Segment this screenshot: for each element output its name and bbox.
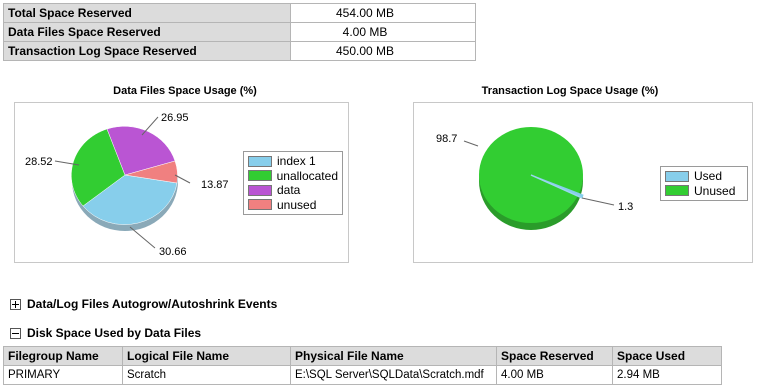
- column-header: Logical File Name: [122, 346, 291, 366]
- table-cell: E:\SQL Server\SQLData\Scratch.mdf: [290, 365, 497, 385]
- data-files-chart-title: Data Files Space Usage (%): [113, 85, 257, 97]
- data-files-table: Filegroup Name Logical File Name Physica…: [3, 346, 722, 385]
- summary-value: 450.00 MB: [290, 41, 476, 61]
- section-title: Disk Space Used by Data Files: [27, 326, 202, 340]
- pie-label-data: 26.95: [161, 112, 189, 124]
- pie-label-index1: 30.66: [159, 246, 187, 258]
- summary-row: Data Files Space Reserved 4.00 MB: [3, 22, 476, 42]
- table-row: PRIMARY Scratch E:\SQL Server\SQLData\Sc…: [3, 365, 722, 385]
- expand-icon[interactable]: [10, 298, 21, 310]
- legend-swatch: [665, 170, 689, 182]
- legend-label: Used: [694, 169, 723, 184]
- legend-swatch: [248, 184, 272, 196]
- pie-label-unallocated: 28.52: [25, 156, 53, 168]
- collapse-icon[interactable]: [10, 327, 21, 339]
- leader-line: [463, 140, 479, 147]
- pie-label-unused: 13.87: [201, 179, 229, 191]
- pie-label-unused: 98.7: [436, 133, 457, 145]
- legend-item: unallocated: [248, 169, 338, 184]
- table-cell: PRIMARY: [3, 365, 123, 385]
- legend-swatch: [665, 185, 689, 197]
- legend-item: data: [248, 183, 338, 198]
- legend-swatch: [248, 155, 272, 167]
- summary-label: Transaction Log Space Reserved: [3, 41, 291, 61]
- transaction-log-chart-title: Transaction Log Space Usage (%): [481, 85, 659, 97]
- legend-label: unused: [277, 197, 317, 212]
- column-header: Space Reserved: [496, 346, 613, 366]
- leader-line: [129, 226, 156, 249]
- table-cell: 4.00 MB: [496, 365, 613, 385]
- leader-line: [581, 197, 615, 206]
- legend-item: Unused: [665, 184, 743, 199]
- legend-label: unallocated: [276, 168, 338, 183]
- legend-label: Unused: [694, 183, 736, 198]
- summary-label: Data Files Space Reserved: [3, 22, 291, 42]
- table-cell: Scratch: [122, 365, 291, 385]
- summary-value: 4.00 MB: [290, 22, 476, 42]
- legend-label: index 1: [277, 154, 316, 169]
- transaction-log-chart: 98.7 1.3 Used Unused: [413, 102, 753, 263]
- transaction-log-legend: Used Unused: [660, 166, 748, 201]
- data-files-legend: index 1 unallocated data unused: [243, 151, 343, 215]
- legend-item: index 1: [248, 154, 338, 169]
- column-header: Filegroup Name: [3, 346, 123, 366]
- pie-label-used: 1.3: [618, 201, 633, 213]
- legend-item: Used: [665, 169, 743, 184]
- legend-label: data: [277, 183, 301, 198]
- data-files-chart: 26.95 28.52 13.87 30.66 index 1 unalloca…: [14, 102, 349, 263]
- space-summary-table: Total Space Reserved 454.00 MB Data File…: [3, 3, 476, 61]
- legend-swatch: [248, 199, 272, 211]
- summary-label: Total Space Reserved: [3, 3, 291, 23]
- summary-row: Transaction Log Space Reserved 450.00 MB: [3, 41, 476, 61]
- summary-row: Total Space Reserved 454.00 MB: [3, 3, 476, 23]
- column-header: Physical File Name: [290, 346, 497, 366]
- autogrow-section-header[interactable]: Data/Log Files Autogrow/Autoshrink Event…: [10, 297, 277, 311]
- summary-value: 454.00 MB: [290, 3, 476, 23]
- column-header: Space Used: [612, 346, 722, 366]
- table-header-row: Filegroup Name Logical File Name Physica…: [3, 346, 722, 366]
- legend-swatch: [248, 170, 272, 182]
- table-cell: 2.94 MB: [612, 365, 722, 385]
- section-title: Data/Log Files Autogrow/Autoshrink Event…: [27, 297, 278, 311]
- legend-item: unused: [248, 198, 338, 213]
- disk-space-section-header[interactable]: Disk Space Used by Data Files: [10, 326, 201, 340]
